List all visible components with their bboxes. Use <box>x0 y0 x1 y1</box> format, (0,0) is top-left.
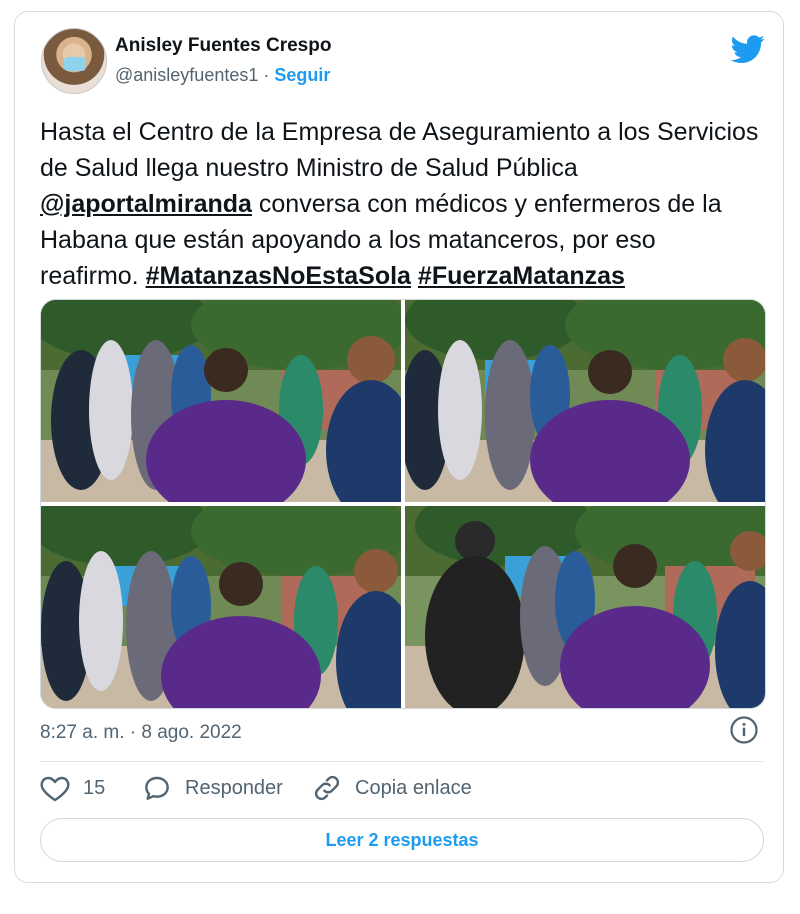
info-icon[interactable] <box>729 715 759 745</box>
reply-bubble-icon <box>145 776 169 800</box>
heart-icon <box>40 776 70 802</box>
author-handle-row: @anisleyfuentes1 · Seguir <box>115 65 330 86</box>
link-icon <box>314 775 340 801</box>
hashtag-link[interactable]: #FuerzaMatanzas <box>418 262 625 290</box>
tweet-text: Hasta el Centro de la Empresa de Asegura… <box>40 114 760 294</box>
read-replies-button[interactable]: Leer 2 respuestas <box>40 818 764 862</box>
twitter-bird-icon[interactable] <box>731 32 765 66</box>
photo-3[interactable] <box>41 506 401 708</box>
photo-1[interactable] <box>41 300 401 502</box>
like-button[interactable]: 15 <box>39 772 105 804</box>
like-count: 15 <box>83 776 106 799</box>
author-avatar[interactable] <box>41 28 107 94</box>
copy-link-label: Copia enlace <box>355 776 472 799</box>
reply-button[interactable]: Responder <box>141 772 283 804</box>
photo-2[interactable] <box>405 300 765 502</box>
tweet-text-part: Hasta el Centro de la Empresa de Asegura… <box>40 118 759 182</box>
tweet-timestamp[interactable]: 8:27 a. m. · 8 ago. 2022 <box>40 722 242 744</box>
author-name[interactable]: Anisley Fuentes Crespo <box>115 35 331 57</box>
divider <box>40 761 764 762</box>
photo-4[interactable] <box>405 506 765 708</box>
separator-dot: · <box>263 65 270 85</box>
hashtag-link[interactable]: #MatanzasNoEstaSola <box>146 262 411 290</box>
copy-link-button[interactable]: Copia enlace <box>311 772 472 804</box>
photo-grid <box>40 299 766 709</box>
reply-label: Responder <box>185 776 283 799</box>
follow-button[interactable]: Seguir <box>274 65 330 85</box>
tweet-card: Anisley Fuentes Crespo @anisleyfuentes1 … <box>14 11 784 883</box>
author-handle[interactable]: @anisleyfuentes1 <box>115 65 258 85</box>
mention-link[interactable]: @japortalmiranda <box>40 190 252 218</box>
